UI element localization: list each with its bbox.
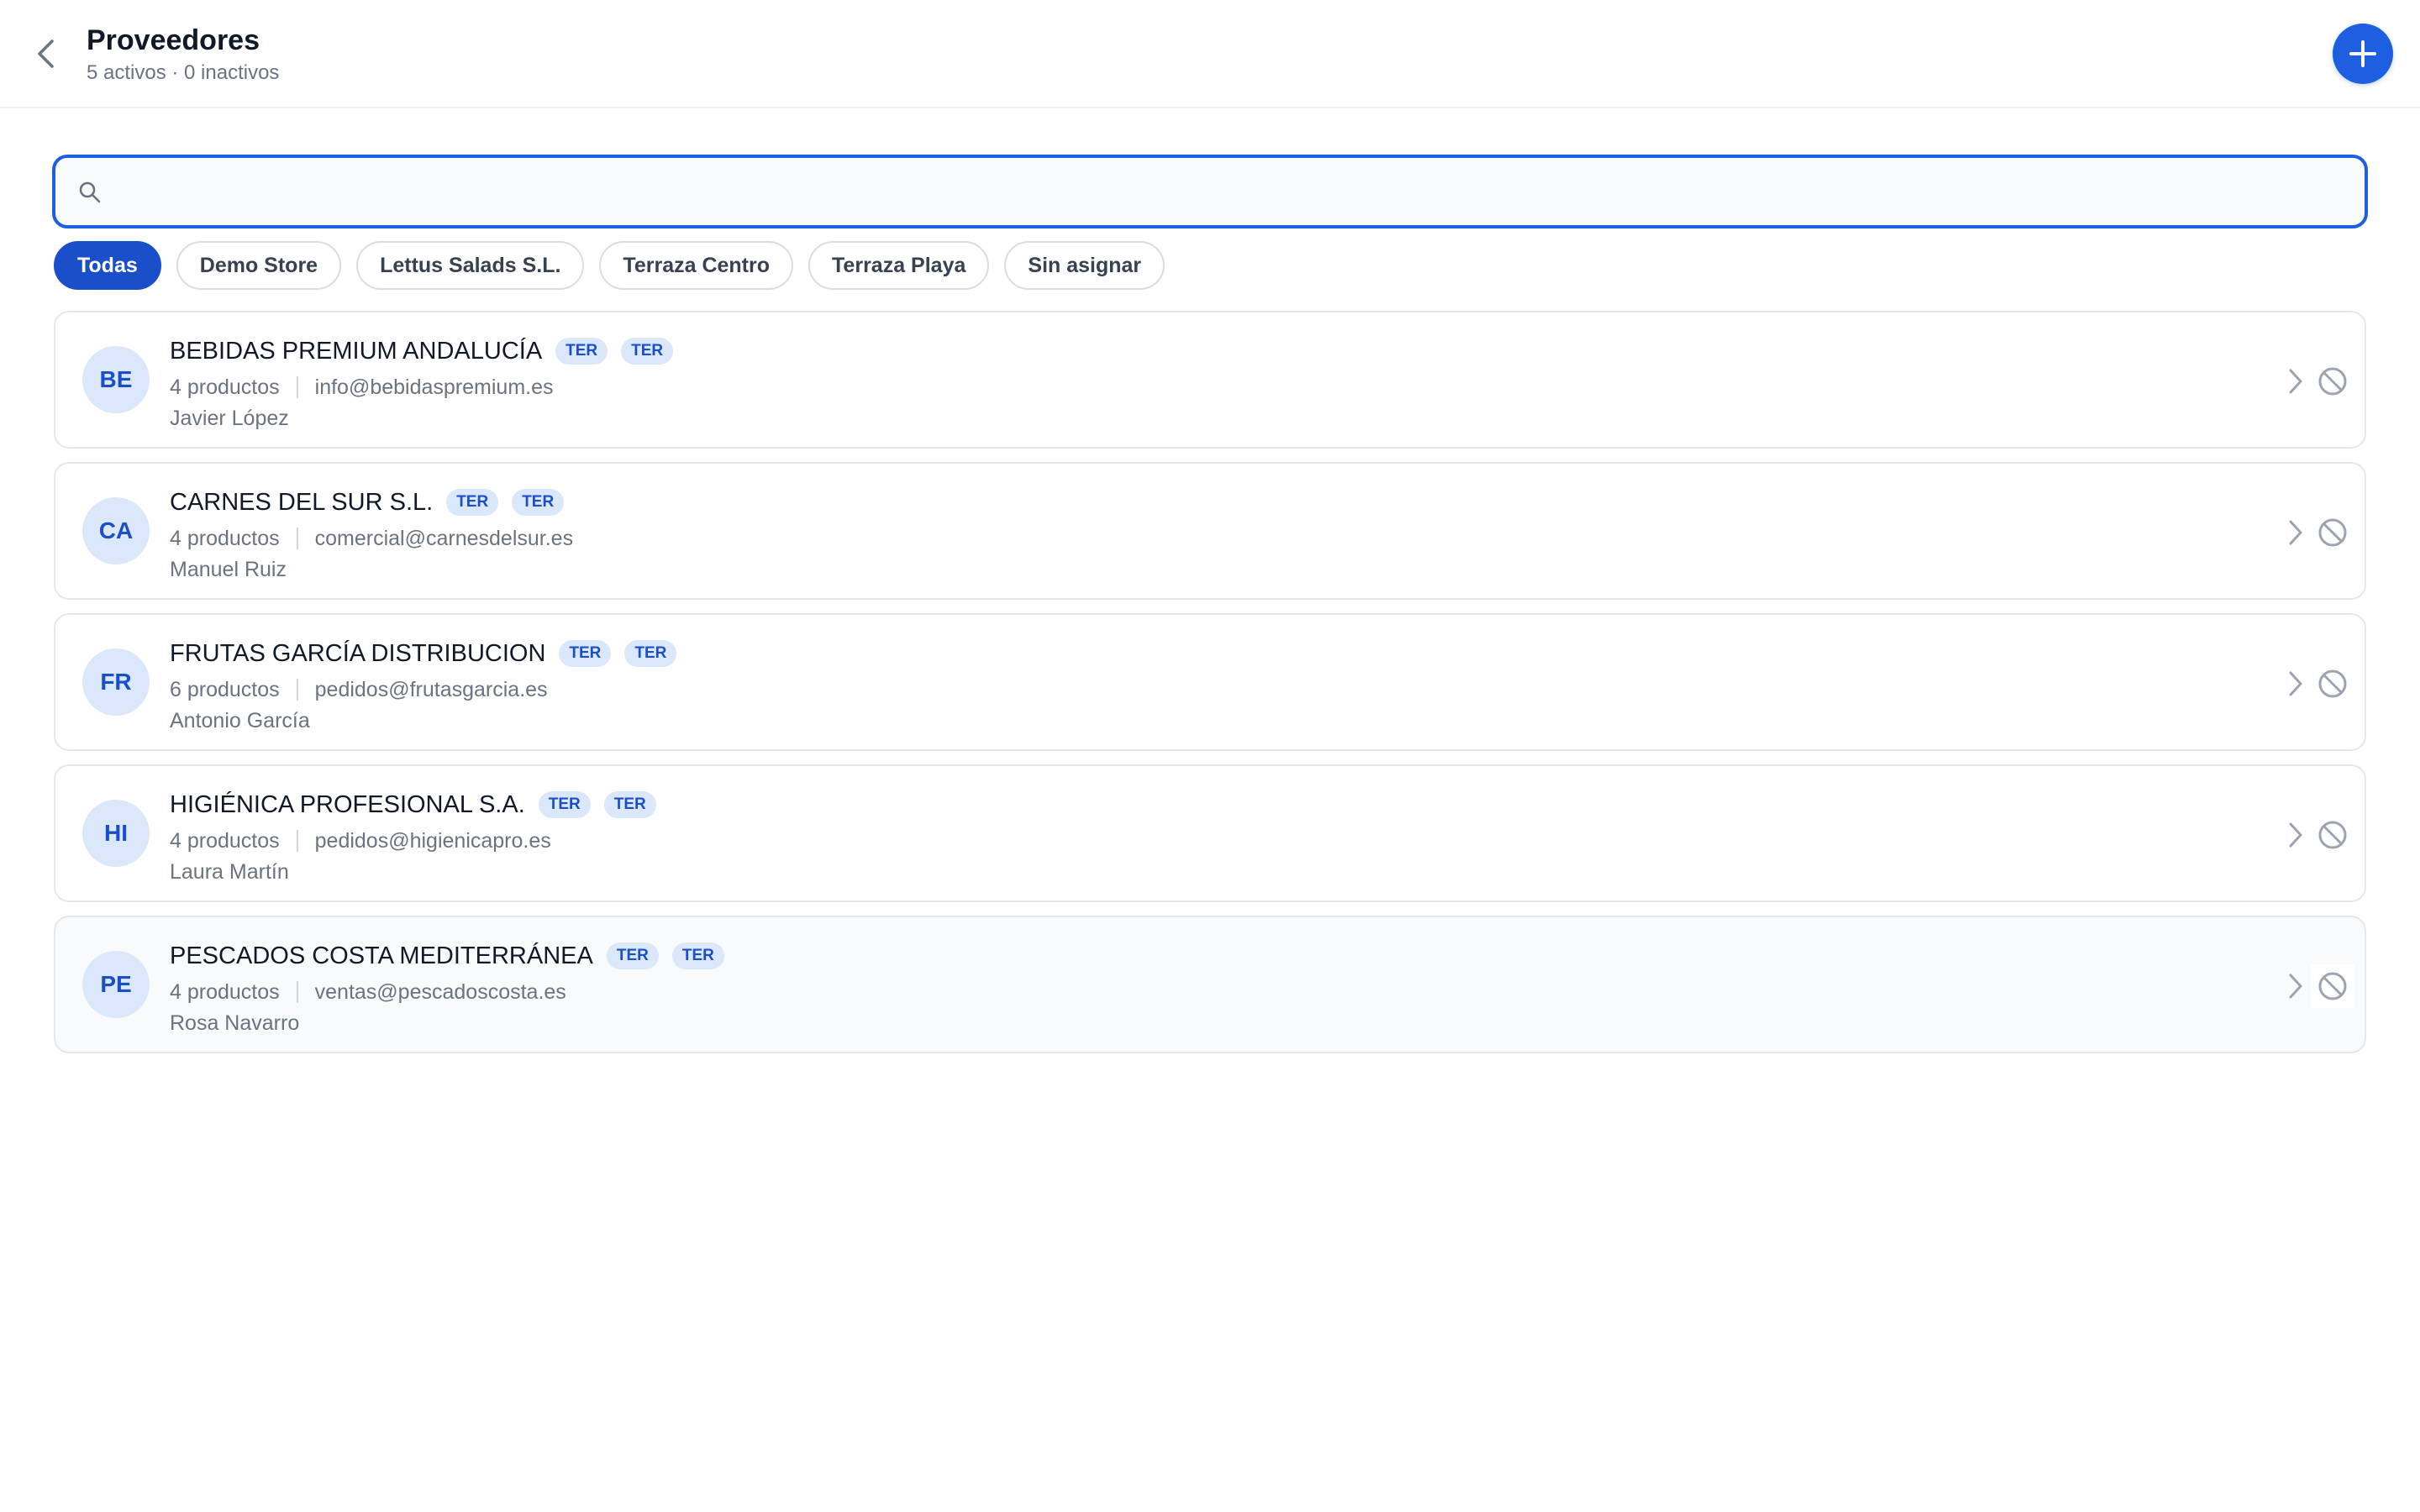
supplier-name: BEBIDAS PREMIUM ANDALUCÍA: [170, 337, 543, 365]
filter-chip-terraza-playa[interactable]: Terraza Playa: [808, 241, 990, 290]
store-badge: TER: [512, 489, 565, 516]
supplier-avatar: CA: [82, 497, 150, 564]
search-input[interactable]: [119, 166, 2338, 217]
chevron-right-icon: [2289, 671, 2302, 696]
supplier-row[interactable]: CA CARNES DEL SUR S.L. TER TER 4 product…: [54, 462, 2366, 600]
supplier-meta: 4 productos comercial@carnesdelsur.es: [170, 524, 573, 553]
open-supplier-button[interactable]: [2279, 969, 2312, 1003]
supplier-name: PESCADOS COSTA MEDITERRÁNEA: [170, 942, 593, 969]
deactivate-supplier-button[interactable]: [2311, 964, 2354, 1008]
supplier-product-count: 4 productos: [170, 828, 280, 853]
supplier-contact: Manuel Ruiz: [170, 558, 287, 581]
store-badge: TER: [621, 338, 674, 365]
chevron-right-icon: [2289, 520, 2302, 545]
add-supplier-button[interactable]: [2333, 24, 2393, 84]
supplier-product-count: 6 productos: [170, 677, 280, 701]
supplier-name: HIGIÉNICA PROFESIONAL S.A.: [170, 790, 525, 818]
supplier-heading: PESCADOS COSTA MEDITERRÁNEA TER TER: [170, 939, 724, 973]
supplier-heading: FRUTAS GARCÍA DISTRIBUCION TER TER: [170, 637, 677, 670]
supplier-row[interactable]: HI HIGIÉNICA PROFESIONAL S.A. TER TER 4 …: [54, 764, 2366, 902]
page-header: Proveedores 5 activos · 0 inactivos: [0, 0, 2420, 108]
store-badge: TER: [559, 640, 612, 667]
ban-icon: [2318, 518, 2347, 547]
supplier-avatar: PE: [82, 951, 150, 1018]
supplier-heading: BEBIDAS PREMIUM ANDALUCÍA TER TER: [170, 334, 674, 368]
store-badge: TER: [538, 791, 591, 818]
meta-divider: [296, 679, 298, 701]
search-icon: [79, 181, 101, 203]
supplier-avatar: HI: [82, 800, 150, 867]
supplier-email: pedidos@higienicapro.es: [314, 828, 551, 853]
store-badge: TER: [624, 640, 677, 667]
open-supplier-button[interactable]: [2279, 667, 2312, 701]
open-supplier-button[interactable]: [2279, 516, 2312, 549]
plus-icon: [2349, 40, 2376, 67]
chevron-right-icon: [2289, 974, 2302, 999]
supplier-name: FRUTAS GARCÍA DISTRIBUCION: [170, 639, 546, 667]
supplier-row[interactable]: BE BEBIDAS PREMIUM ANDALUCÍA TER TER 4 p…: [54, 311, 2366, 449]
filter-chip-demo-store[interactable]: Demo Store: [176, 241, 342, 290]
supplier-avatar: FR: [82, 648, 150, 716]
supplier-product-count: 4 productos: [170, 375, 280, 399]
chevron-left-icon: [38, 39, 54, 68]
meta-divider: [296, 830, 298, 852]
store-badge: TER: [603, 791, 656, 818]
meta-divider: [296, 981, 298, 1003]
supplier-name: CARNES DEL SUR S.L.: [170, 488, 434, 516]
supplier-contact: Antonio García: [170, 709, 310, 732]
supplier-email: pedidos@frutasgarcia.es: [314, 677, 548, 701]
supplier-row[interactable]: PE PESCADOS COSTA MEDITERRÁNEA TER TER 4…: [54, 916, 2366, 1053]
suppliers-page: Proveedores 5 activos · 0 inactivos Toda…: [0, 0, 2420, 1512]
ban-icon: [2318, 367, 2347, 396]
supplier-meta: 4 productos info@bebidaspremium.es: [170, 373, 554, 402]
filter-chip-terraza-centro[interactable]: Terraza Centro: [599, 241, 794, 290]
deactivate-supplier-button[interactable]: [2311, 360, 2354, 403]
supplier-heading: CARNES DEL SUR S.L. TER TER: [170, 486, 565, 519]
supplier-meta: 4 productos ventas@pescadoscosta.es: [170, 978, 566, 1006]
supplier-avatar: BE: [82, 346, 150, 413]
open-supplier-button[interactable]: [2279, 365, 2312, 398]
deactivate-supplier-button[interactable]: [2311, 662, 2354, 706]
store-filter-chips: Todas Demo Store Lettus Salads S.L. Terr…: [54, 241, 1165, 290]
back-button[interactable]: [25, 29, 66, 79]
supplier-heading: HIGIÉNICA PROFESIONAL S.A. TER TER: [170, 788, 656, 822]
supplier-meta: 6 productos pedidos@frutasgarcia.es: [170, 675, 548, 704]
supplier-meta: 4 productos pedidos@higienicapro.es: [170, 827, 551, 855]
supplier-email: info@bebidaspremium.es: [314, 375, 554, 399]
open-supplier-button[interactable]: [2279, 818, 2312, 852]
supplier-list: BE BEBIDAS PREMIUM ANDALUCÍA TER TER 4 p…: [54, 311, 2366, 1067]
supplier-contact: Rosa Navarro: [170, 1011, 300, 1035]
deactivate-supplier-button[interactable]: [2311, 511, 2354, 554]
chevron-right-icon: [2289, 822, 2302, 848]
filter-chip-todas[interactable]: Todas: [54, 241, 161, 290]
supplier-email: ventas@pescadoscosta.es: [314, 979, 566, 1004]
supplier-contact: Javier López: [170, 407, 289, 430]
deactivate-supplier-button[interactable]: [2311, 813, 2354, 857]
store-badge: TER: [671, 942, 724, 969]
store-badge: TER: [555, 338, 608, 365]
filter-chip-sin-asignar[interactable]: Sin asignar: [1004, 241, 1165, 290]
filter-chip-lettus-salads[interactable]: Lettus Salads S.L.: [356, 241, 585, 290]
meta-divider: [296, 376, 298, 398]
supplier-email: comercial@carnesdelsur.es: [314, 526, 574, 550]
supplier-row[interactable]: FR FRUTAS GARCÍA DISTRIBUCION TER TER 6 …: [54, 613, 2366, 751]
supplier-contact: Laura Martín: [170, 860, 289, 884]
store-badge: TER: [606, 942, 659, 969]
store-badge: TER: [446, 489, 499, 516]
ban-icon: [2318, 972, 2347, 1000]
search-box[interactable]: [52, 155, 2368, 228]
meta-divider: [296, 528, 298, 549]
supplier-product-count: 4 productos: [170, 526, 280, 550]
ban-icon: [2318, 821, 2347, 849]
supplier-product-count: 4 productos: [170, 979, 280, 1004]
chevron-right-icon: [2289, 369, 2302, 394]
page-title: Proveedores: [87, 24, 260, 56]
page-subtitle: 5 activos · 0 inactivos: [87, 61, 280, 84]
ban-icon: [2318, 669, 2347, 698]
